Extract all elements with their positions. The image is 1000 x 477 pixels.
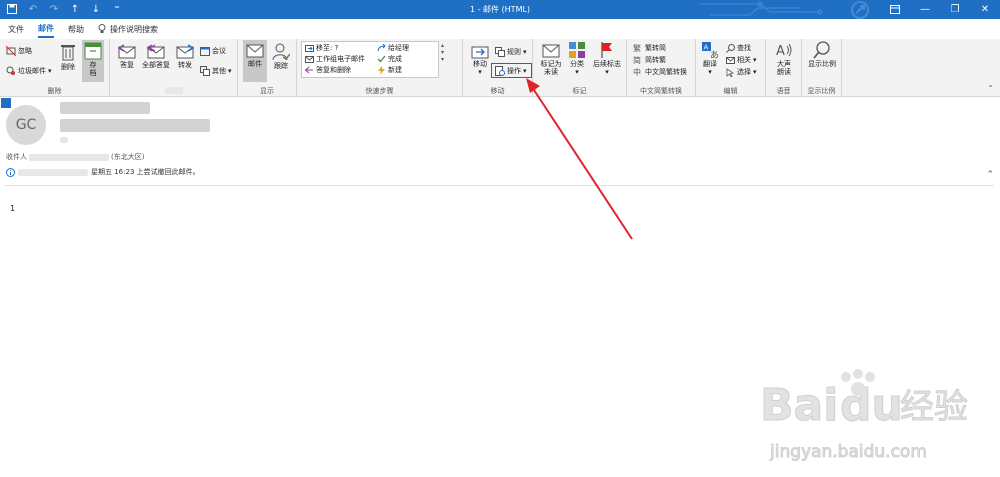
baidu-watermark: Bai du 经验 jingyan.baidu.com [760, 369, 969, 463]
watermark-brand2: du [840, 380, 903, 431]
watermark-brand-cn: 经验 [900, 387, 968, 427]
watermark-brand: Bai [760, 380, 838, 431]
watermark-url: jingyan.baidu.com [769, 442, 927, 462]
